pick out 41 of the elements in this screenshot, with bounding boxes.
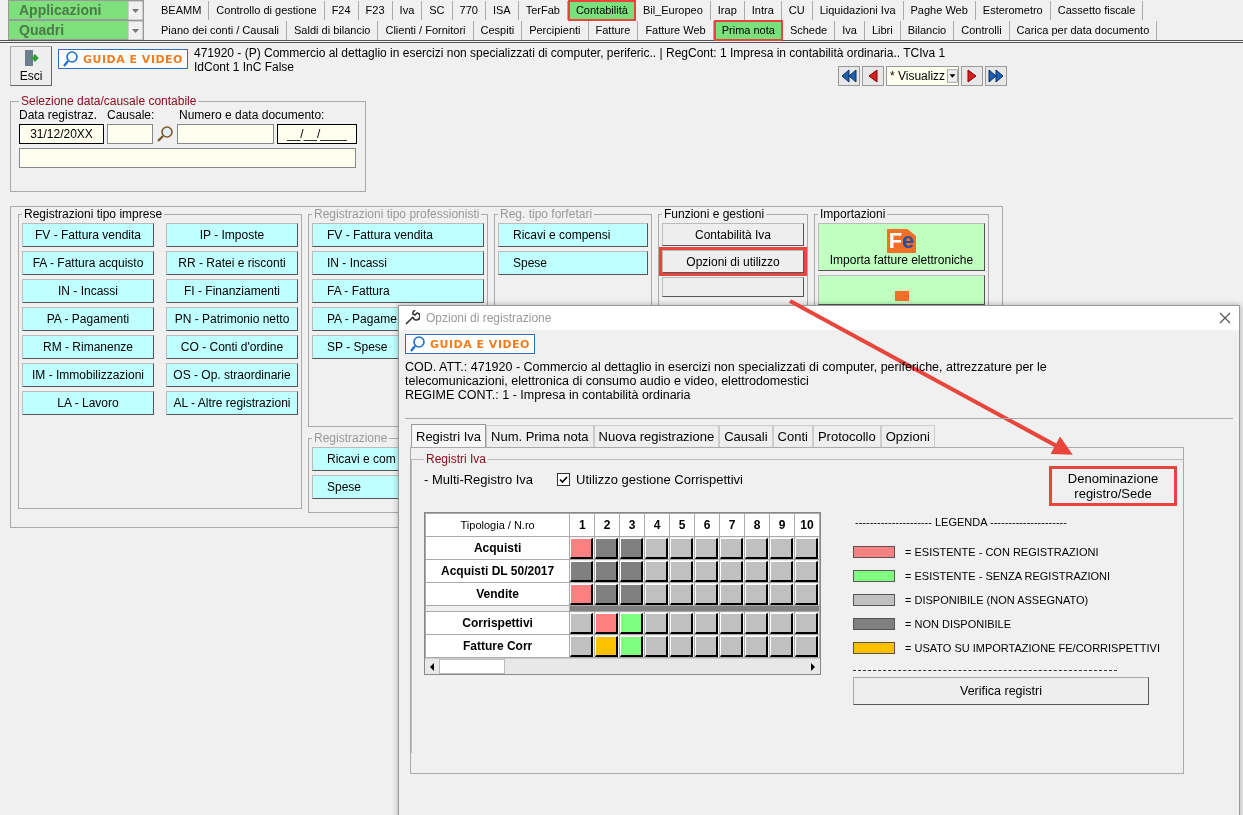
legend-label: = USATO SU IMPORTAZIONE FE/CORRISPETTIVI <box>905 642 1160 654</box>
record-info: IdCont 1 InC False <box>194 60 295 74</box>
group-title: Registrazione <box>313 431 389 445</box>
column-header: 1 <box>569 513 595 537</box>
row-header: Fatture Corr <box>425 634 570 658</box>
legend-label: = DISPONIBILE (NON ASSEGNATO) <box>905 594 1089 606</box>
column-label: Denominazione registro/Sede <box>1049 466 1177 506</box>
column-header: 7 <box>719 513 745 537</box>
column-header: 2 <box>594 513 620 537</box>
legend-label: = NON DISPONIBILE <box>905 618 1012 630</box>
legend-label: = ESISTENTE - SENZA REGISTRAZIONI <box>905 570 1111 582</box>
row-header: Corrispettivi <box>425 611 570 635</box>
column-header: 4 <box>644 513 670 537</box>
field-label: Numero e data documento: <box>179 108 325 122</box>
row-header: Acquisti <box>425 536 570 560</box>
row-header: Acquisti DL 50/2017 <box>425 559 570 583</box>
column-header: 8 <box>744 513 770 537</box>
activity-info: telecomunicazioni, elettronica di consumo audio e video, elettrodomestici <box>405 374 810 388</box>
column-header: 3 <box>619 513 645 537</box>
activity-info: REGIME CONT.: 1 - Impresa in contabilità ordinaria <box>405 388 692 402</box>
group-title: Funzioni e gestioni <box>663 207 766 221</box>
column-header: 5 <box>669 513 695 537</box>
field-label: Causale: <box>107 108 156 122</box>
legend-title: --------------------- LEGENDA --------------------- <box>855 516 1068 528</box>
dialog-title: Opzioni di registrazione <box>426 311 552 325</box>
column-header: 9 <box>769 513 795 537</box>
field-label: Data registraz. <box>19 108 99 122</box>
group-title: Selezione data/causale contabile <box>20 94 198 108</box>
checkbox-label: Utilizzo gestione Corrispettivi <box>576 472 743 487</box>
row-header: Vendite <box>425 582 570 606</box>
option-label: - Multi-Registro Iva <box>424 472 534 487</box>
group-title: Registrazioni tipo professionisti <box>313 207 481 221</box>
group-title: Reg. tipo forfetari <box>499 207 594 221</box>
legend-label: = ESISTENTE - CON REGISTRAZIONI <box>905 546 1099 558</box>
group-title: Importazioni <box>819 207 887 221</box>
table-header: Tipologia / N.ro <box>425 513 570 537</box>
record-info: 471920 - (P) Commercio al dettaglio in esercizi non specializzati di computer, periferic.. | RegCont: 1 Impresa in contabilità ordinaria.. TCIva 1 <box>194 46 946 60</box>
column-header: 10 <box>794 513 820 537</box>
group-title: Registrazioni tipo imprese <box>23 207 164 221</box>
group-title: Registri Iva <box>425 452 488 466</box>
column-header: 6 <box>694 513 720 537</box>
